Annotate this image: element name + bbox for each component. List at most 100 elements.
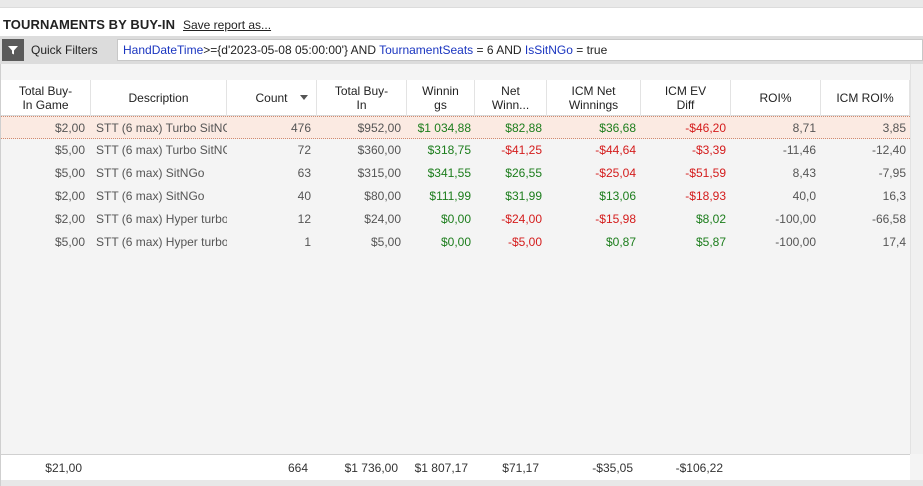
cell-count: 63	[297, 166, 311, 180]
total-winnings: $1 807,17	[414, 461, 468, 475]
cell-total-buy-in: $360,00	[357, 143, 401, 157]
filter-keyword: IsSitNGo	[524, 43, 573, 57]
cell-icm-net-winnings: $36,68	[599, 121, 636, 135]
cell-total-buy-in: $315,00	[357, 166, 401, 180]
cell-total-buy-in-game: $5,00	[54, 166, 85, 180]
cell-count: 12	[297, 212, 311, 226]
cell-winnings: $111,99	[429, 189, 471, 203]
save-report-link[interactable]: Save report as...	[183, 18, 271, 32]
cell-winnings: $341,55	[427, 166, 471, 180]
column-header-total-buy-in[interactable]: Total Buy- In	[317, 80, 407, 116]
table-row[interactable]: $5,00 STT (6 max) Turbo SitNGo 72 $360,00 $3…	[1, 139, 910, 162]
quick-filters-label: Quick Filters	[31, 43, 98, 57]
filter-text: = 6 AND	[473, 43, 525, 57]
cell-roi: 8,71	[792, 121, 816, 135]
cell-winnings: $0,00	[440, 235, 471, 249]
cell-description: STT (6 max) SitNGo	[96, 166, 205, 180]
cell-icm-ev-diff: $8,02	[695, 212, 726, 226]
cell-icm-net-winnings: $0,87	[605, 235, 636, 249]
cell-net-winnings: -$41,25	[501, 143, 542, 157]
cell-icm-ev-diff: $5,87	[695, 235, 726, 249]
column-header-label: ICM Net Winnings	[568, 84, 619, 112]
column-header-label: Winnin gs	[422, 84, 459, 112]
total-net-winnings: $71,17	[502, 461, 539, 475]
column-header-label: Total Buy- In Game	[18, 84, 73, 112]
cell-total-buy-in: $24,00	[364, 212, 401, 226]
cell-count: 476	[290, 121, 311, 135]
table-body: $2,00 STT (6 max) Turbo SitNGo 476 $952,00 $…	[1, 116, 910, 254]
filter-keyword: TournamentSeats	[379, 43, 474, 57]
cell-icm-net-winnings: -$44,64	[595, 143, 636, 157]
cell-icm-ev-diff: -$46,20	[685, 121, 726, 135]
cell-description: STT (6 max) SitNGo	[96, 189, 205, 203]
total-total-buy-in: $1 736,00	[344, 461, 398, 475]
sort-desc-icon	[300, 95, 308, 100]
horizontal-scrollbar[interactable]	[1, 480, 923, 486]
column-header-icm-roi[interactable]: ICM ROI%	[821, 80, 910, 116]
cell-roi: 8,43	[792, 166, 816, 180]
column-header-net-winnings[interactable]: Net Winn...	[475, 80, 547, 116]
column-header-description[interactable]: Description	[91, 80, 227, 116]
table-row[interactable]: $2,00 STT (6 max) SitNGo 40 $80,00 $111,99 $3…	[1, 185, 910, 208]
cell-icm-roi: -66,58	[871, 212, 906, 226]
filter-text: = true	[572, 43, 608, 57]
vertical-scrollbar[interactable]	[910, 64, 923, 454]
cell-roi: 40,0	[792, 189, 816, 203]
cell-net-winnings: $82,88	[505, 121, 542, 135]
total-total-buy-in-game: $21,00	[45, 461, 82, 475]
cell-total-buy-in: $80,00	[364, 189, 401, 203]
cell-icm-roi: -12,40	[871, 143, 906, 157]
cell-total-buy-in-game: $5,00	[54, 235, 85, 249]
cell-total-buy-in-game: $2,00	[54, 189, 85, 203]
page-title: TOURNAMENTS BY BUY-IN	[3, 17, 176, 32]
column-header-label: Count	[255, 91, 288, 105]
column-header-winnings[interactable]: Winnin gs	[407, 80, 475, 116]
cell-net-winnings: -$5,00	[507, 235, 542, 249]
table-row[interactable]: $5,00 STT (6 max) SitNGo 63 $315,00 $341,55 $…	[1, 162, 910, 185]
cell-icm-net-winnings: -$25,04	[595, 166, 636, 180]
cell-icm-roi: 16,3	[882, 189, 906, 203]
cell-winnings: $0,00	[440, 212, 471, 226]
cell-net-winnings: $26,55	[505, 166, 542, 180]
cell-roi: -11,46	[782, 143, 816, 157]
totals-row: $21,00 664 $1 736,00 $1 807,17 $71,17 -$35,05…	[1, 454, 910, 480]
cell-count: 72	[297, 143, 311, 157]
report-grid: Total Buy- In Game Description Count Total …	[0, 64, 923, 486]
column-header-label: Description	[128, 91, 189, 105]
cell-icm-net-winnings: -$15,98	[595, 212, 636, 226]
column-headers: Total Buy- In Game Description Count Total …	[1, 80, 923, 116]
cell-count: 1	[304, 235, 311, 249]
cell-winnings: $1 034,88	[417, 121, 471, 135]
column-header-roi[interactable]: ROI%	[731, 80, 821, 116]
cell-icm-net-winnings: $13,06	[599, 189, 636, 203]
total-icm-ev-diff: -$106,22	[675, 461, 723, 475]
cell-icm-ev-diff: -$51,59	[685, 166, 726, 180]
table-row[interactable]: $2,00 STT (6 max) Turbo SitNGo 476 $952,00 $…	[1, 116, 910, 139]
cell-total-buy-in: $952,00	[357, 121, 401, 135]
column-header-label: Net Winn...	[491, 84, 530, 112]
column-header-count[interactable]: Count	[227, 80, 317, 116]
cell-description: STT (6 max) Turbo SitNGo	[96, 143, 227, 157]
cell-icm-ev-diff: -$3,39	[691, 143, 726, 157]
quick-filter-bar: Quick Filters HandDateTime>={d'2023-05-0…	[0, 36, 923, 64]
report-header: TOURNAMENTS BY BUY-IN Save report as...	[0, 8, 923, 36]
column-header-icm-net-winnings[interactable]: ICM Net Winnings	[547, 80, 641, 116]
column-header-label: ROI%	[759, 91, 792, 105]
cell-total-buy-in-game: $5,00	[54, 143, 85, 157]
quick-filters-button[interactable]: Quick Filters	[2, 39, 112, 61]
cell-count: 40	[297, 189, 311, 203]
cell-total-buy-in: $5,00	[370, 235, 401, 249]
table-row[interactable]: $5,00 STT (6 max) Hyper turbo 1 $5,00 $0,00 -…	[1, 231, 910, 254]
filter-keyword: HandDateTime	[123, 43, 204, 57]
filter-text: >={d'2023-05-08 05:00:00'} AND	[203, 43, 380, 57]
cell-icm-roi: 3,85	[882, 121, 906, 135]
cell-roi: -100,00	[775, 235, 816, 249]
table-row[interactable]: $2,00 STT (6 max) Hyper turbo 12 $24,00 $0,0…	[1, 208, 910, 231]
column-header-total-buy-in-game[interactable]: Total Buy- In Game	[1, 80, 91, 116]
column-header-icm-ev-diff[interactable]: ICM EV Diff	[641, 80, 731, 116]
cell-net-winnings: $31,99	[505, 189, 542, 203]
funnel-icon	[2, 39, 24, 61]
filter-query-input[interactable]: HandDateTime>={d'2023-05-08 05:00:00'} A…	[117, 39, 923, 61]
cell-total-buy-in-game: $2,00	[54, 212, 85, 226]
column-header-label: ICM ROI%	[836, 91, 894, 105]
